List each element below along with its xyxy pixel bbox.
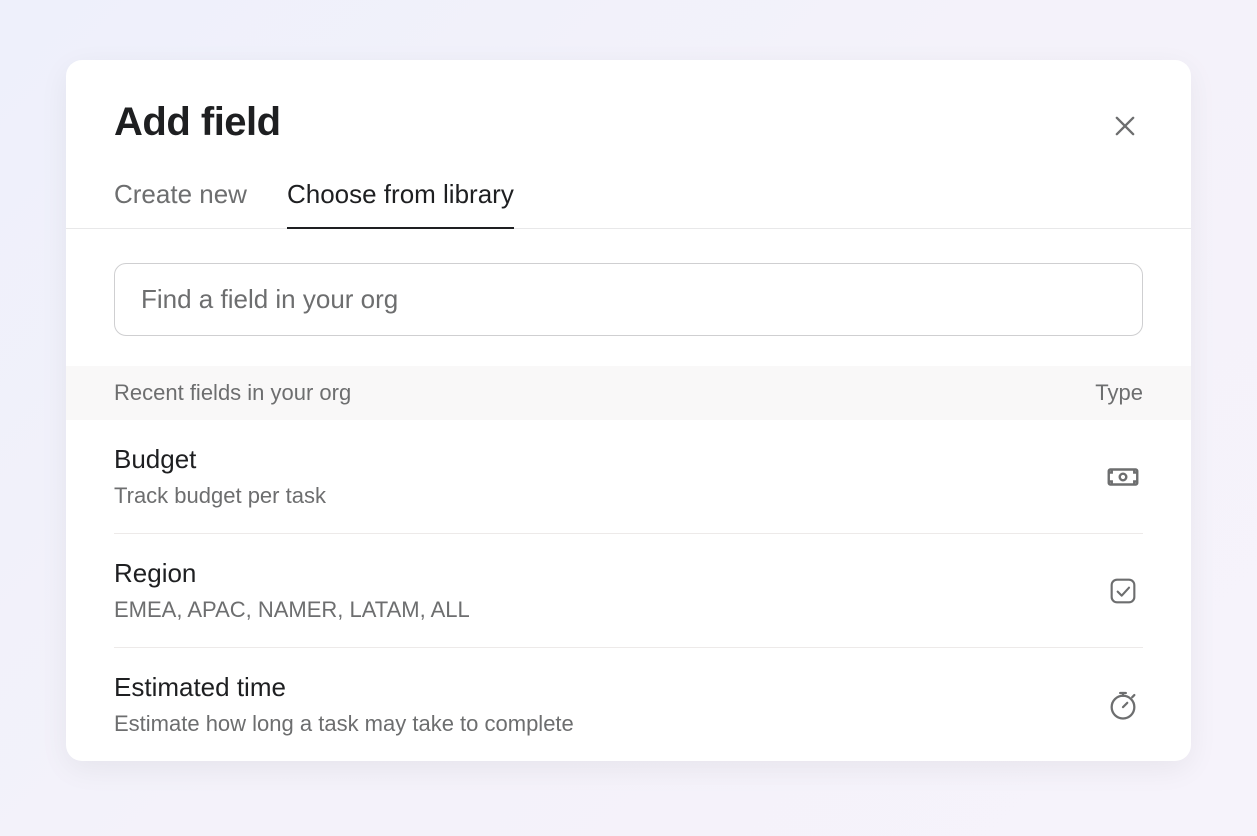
field-name: Budget — [114, 444, 1083, 475]
search-container — [66, 229, 1191, 366]
modal-title: Add field — [114, 100, 1143, 145]
field-row-text: Region EMEA, APAC, NAMER, LATAM, ALL — [114, 558, 1083, 623]
type-column-label: Type — [1095, 380, 1143, 406]
field-description: Estimate how long a task may take to com… — [114, 711, 1083, 737]
field-row-text: Budget Track budget per task — [114, 444, 1083, 509]
tab-bar: Create new Choose from library — [66, 179, 1191, 229]
field-description: EMEA, APAC, NAMER, LATAM, ALL — [114, 597, 1083, 623]
field-row-estimated-time[interactable]: Estimated time Estimate how long a task … — [114, 648, 1143, 761]
field-list: Budget Track budget per task Region EMEA… — [66, 420, 1191, 761]
field-description: Track budget per task — [114, 483, 1083, 509]
section-header: Recent fields in your org Type — [66, 366, 1191, 420]
close-button[interactable] — [1107, 108, 1143, 144]
add-field-modal: Add field Create new Choose from library… — [66, 60, 1191, 761]
currency-icon — [1103, 457, 1143, 497]
section-label: Recent fields in your org — [114, 380, 351, 406]
field-row-text: Estimated time Estimate how long a task … — [114, 672, 1083, 737]
field-row-budget[interactable]: Budget Track budget per task — [114, 420, 1143, 534]
tab-choose-from-library[interactable]: Choose from library — [287, 179, 514, 228]
checkbox-icon — [1103, 571, 1143, 611]
close-icon — [1111, 112, 1139, 140]
stopwatch-icon — [1103, 685, 1143, 725]
field-name: Estimated time — [114, 672, 1083, 703]
modal-header: Add field — [66, 60, 1191, 145]
tab-create-new[interactable]: Create new — [114, 179, 247, 228]
field-row-region[interactable]: Region EMEA, APAC, NAMER, LATAM, ALL — [114, 534, 1143, 648]
field-name: Region — [114, 558, 1083, 589]
search-input[interactable] — [114, 263, 1143, 336]
